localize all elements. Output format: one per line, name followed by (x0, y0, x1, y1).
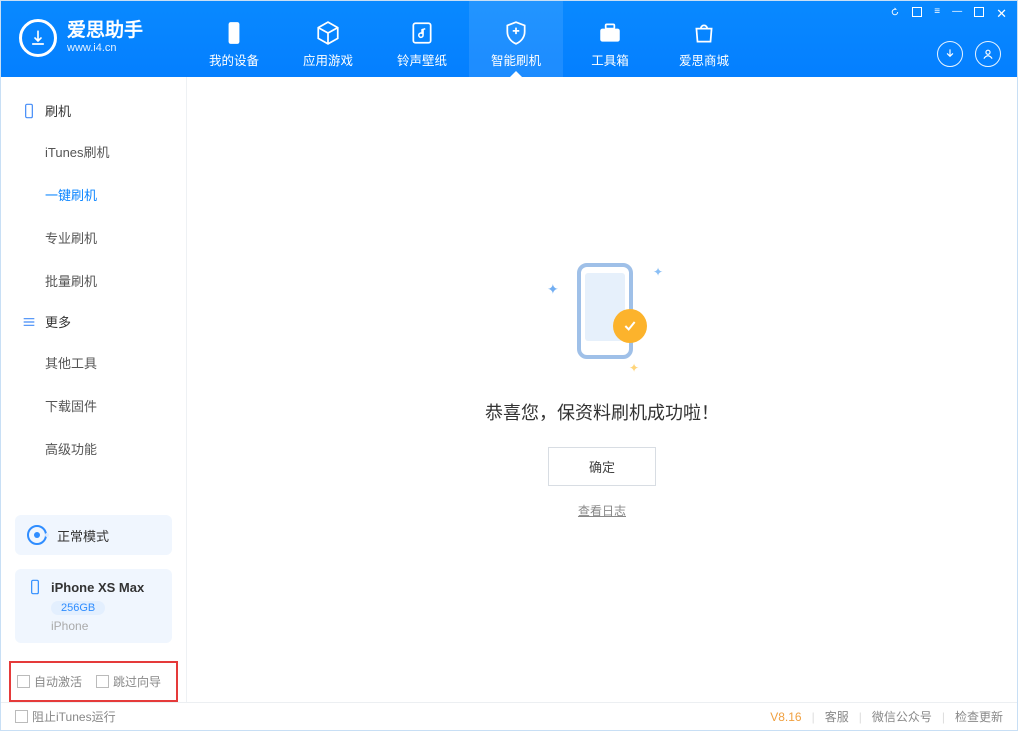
sidebar-cat-more: 更多 (1, 302, 186, 341)
logo-icon (19, 19, 57, 57)
tab-flash[interactable]: 智能刷机 (469, 1, 563, 77)
device-name: iPhone XS Max (51, 580, 144, 595)
sidebar-item-batch[interactable]: 批量刷机 (1, 259, 186, 302)
header: 爱思助手 www.i4.cn 我的设备 应用游戏 铃声壁纸 智能刷机 工具箱 爱… (1, 1, 1017, 77)
phone-icon (21, 103, 37, 119)
checkbox-auto-activate[interactable]: 自动激活 (17, 673, 82, 690)
sidebar-item-other[interactable]: 其他工具 (1, 341, 186, 384)
menu-icon[interactable]: ≡ (934, 7, 940, 21)
sparkle-icon: ✦ (547, 281, 559, 298)
sparkle-icon: ✦ (653, 265, 663, 279)
tab-label: 应用游戏 (303, 50, 353, 69)
mode-box[interactable]: 正常模式 (15, 515, 172, 555)
sidebar-item-pro[interactable]: 专业刷机 (1, 216, 186, 259)
check-circle-icon (613, 309, 647, 343)
tab-label: 工具箱 (591, 50, 629, 69)
view-log-link[interactable]: 查看日志 (578, 502, 626, 519)
cube-icon (315, 20, 341, 46)
body: 刷机 iTunes刷机 一键刷机 专业刷机 批量刷机 更多 其他工具 下载固件 … (1, 77, 1017, 702)
sidebar-item-oneclick[interactable]: 一键刷机 (1, 173, 186, 216)
sidebar-cat-flash: 刷机 (1, 91, 186, 130)
version-label: V8.16 (770, 710, 801, 724)
status-label: 阻止iTunes运行 (32, 710, 116, 724)
sidebar-item-adv[interactable]: 高级功能 (1, 427, 186, 470)
checkbox-skip-guide[interactable]: 跳过向导 (96, 673, 161, 690)
app-name: 爱思助手 (67, 21, 143, 40)
phone-icon (221, 20, 247, 46)
separator: | (942, 710, 945, 724)
opt-label: 自动激活 (34, 675, 82, 689)
sidebar-item-firmware[interactable]: 下载固件 (1, 384, 186, 427)
options-highlight: 自动激活 跳过向导 (9, 661, 178, 702)
app-logo: 爱思助手 www.i4.cn (1, 1, 187, 57)
minimize-button[interactable]: — (952, 7, 962, 21)
tab-store[interactable]: 爱思商城 (657, 1, 751, 77)
close-button[interactable]: ✕ (996, 7, 1007, 21)
status-link-wechat[interactable]: 微信公众号 (872, 708, 932, 725)
download-button[interactable] (937, 41, 963, 67)
shield-icon (503, 20, 529, 46)
skin-icon[interactable] (912, 7, 922, 17)
status-link-service[interactable]: 客服 (825, 708, 849, 725)
cat-label: 刷机 (45, 101, 71, 120)
mode-label: 正常模式 (57, 526, 109, 545)
device-type: iPhone (51, 619, 160, 633)
main-tabs: 我的设备 应用游戏 铃声壁纸 智能刷机 工具箱 爱思商城 (187, 1, 751, 77)
phone-icon (27, 579, 43, 595)
status-bar: 阻止iTunes运行 V8.16 | 客服 | 微信公众号 | 检查更新 (1, 702, 1017, 730)
tab-ringtone[interactable]: 铃声壁纸 (375, 1, 469, 77)
status-dot-icon (27, 525, 47, 545)
tab-label: 爱思商城 (679, 50, 729, 69)
tab-label: 我的设备 (209, 50, 259, 69)
main-content: ✦ ✦ ✦ 恭喜您，保资料刷机成功啦！ 确定 查看日志 (187, 77, 1017, 702)
tab-apps[interactable]: 应用游戏 (281, 1, 375, 77)
header-actions (937, 41, 1001, 67)
sidebar-nav: 刷机 iTunes刷机 一键刷机 专业刷机 批量刷机 更多 其他工具 下载固件 … (1, 77, 186, 470)
tab-my-device[interactable]: 我的设备 (187, 1, 281, 77)
app-url: www.i4.cn (67, 42, 143, 55)
account-button[interactable] (975, 41, 1001, 67)
music-icon (409, 20, 435, 46)
sidebar-item-itunes[interactable]: iTunes刷机 (1, 130, 186, 173)
device-box[interactable]: iPhone XS Max 256GB iPhone (15, 569, 172, 643)
maximize-button[interactable] (974, 7, 984, 17)
cat-label: 更多 (45, 312, 71, 331)
separator: | (859, 710, 862, 724)
sync-icon[interactable] (889, 7, 900, 21)
status-link-update[interactable]: 检查更新 (955, 708, 1003, 725)
confirm-button[interactable]: 确定 (548, 447, 656, 486)
device-capacity: 256GB (51, 601, 105, 615)
tab-label: 智能刷机 (491, 50, 541, 69)
tab-label: 铃声壁纸 (397, 50, 447, 69)
checkbox-block-itunes[interactable]: 阻止iTunes运行 (15, 708, 116, 725)
sidebar: 刷机 iTunes刷机 一键刷机 专业刷机 批量刷机 更多 其他工具 下载固件 … (1, 77, 187, 702)
sparkle-icon: ✦ (629, 361, 639, 375)
success-illustration: ✦ ✦ ✦ (527, 261, 677, 371)
separator: | (812, 710, 815, 724)
success-message: 恭喜您，保资料刷机成功啦！ (485, 399, 719, 425)
window-controls: ≡ — ✕ (889, 7, 1007, 21)
list-icon (21, 314, 37, 330)
opt-label: 跳过向导 (113, 675, 161, 689)
toolbox-icon (597, 20, 623, 46)
tab-toolbox[interactable]: 工具箱 (563, 1, 657, 77)
bag-icon (691, 20, 717, 46)
